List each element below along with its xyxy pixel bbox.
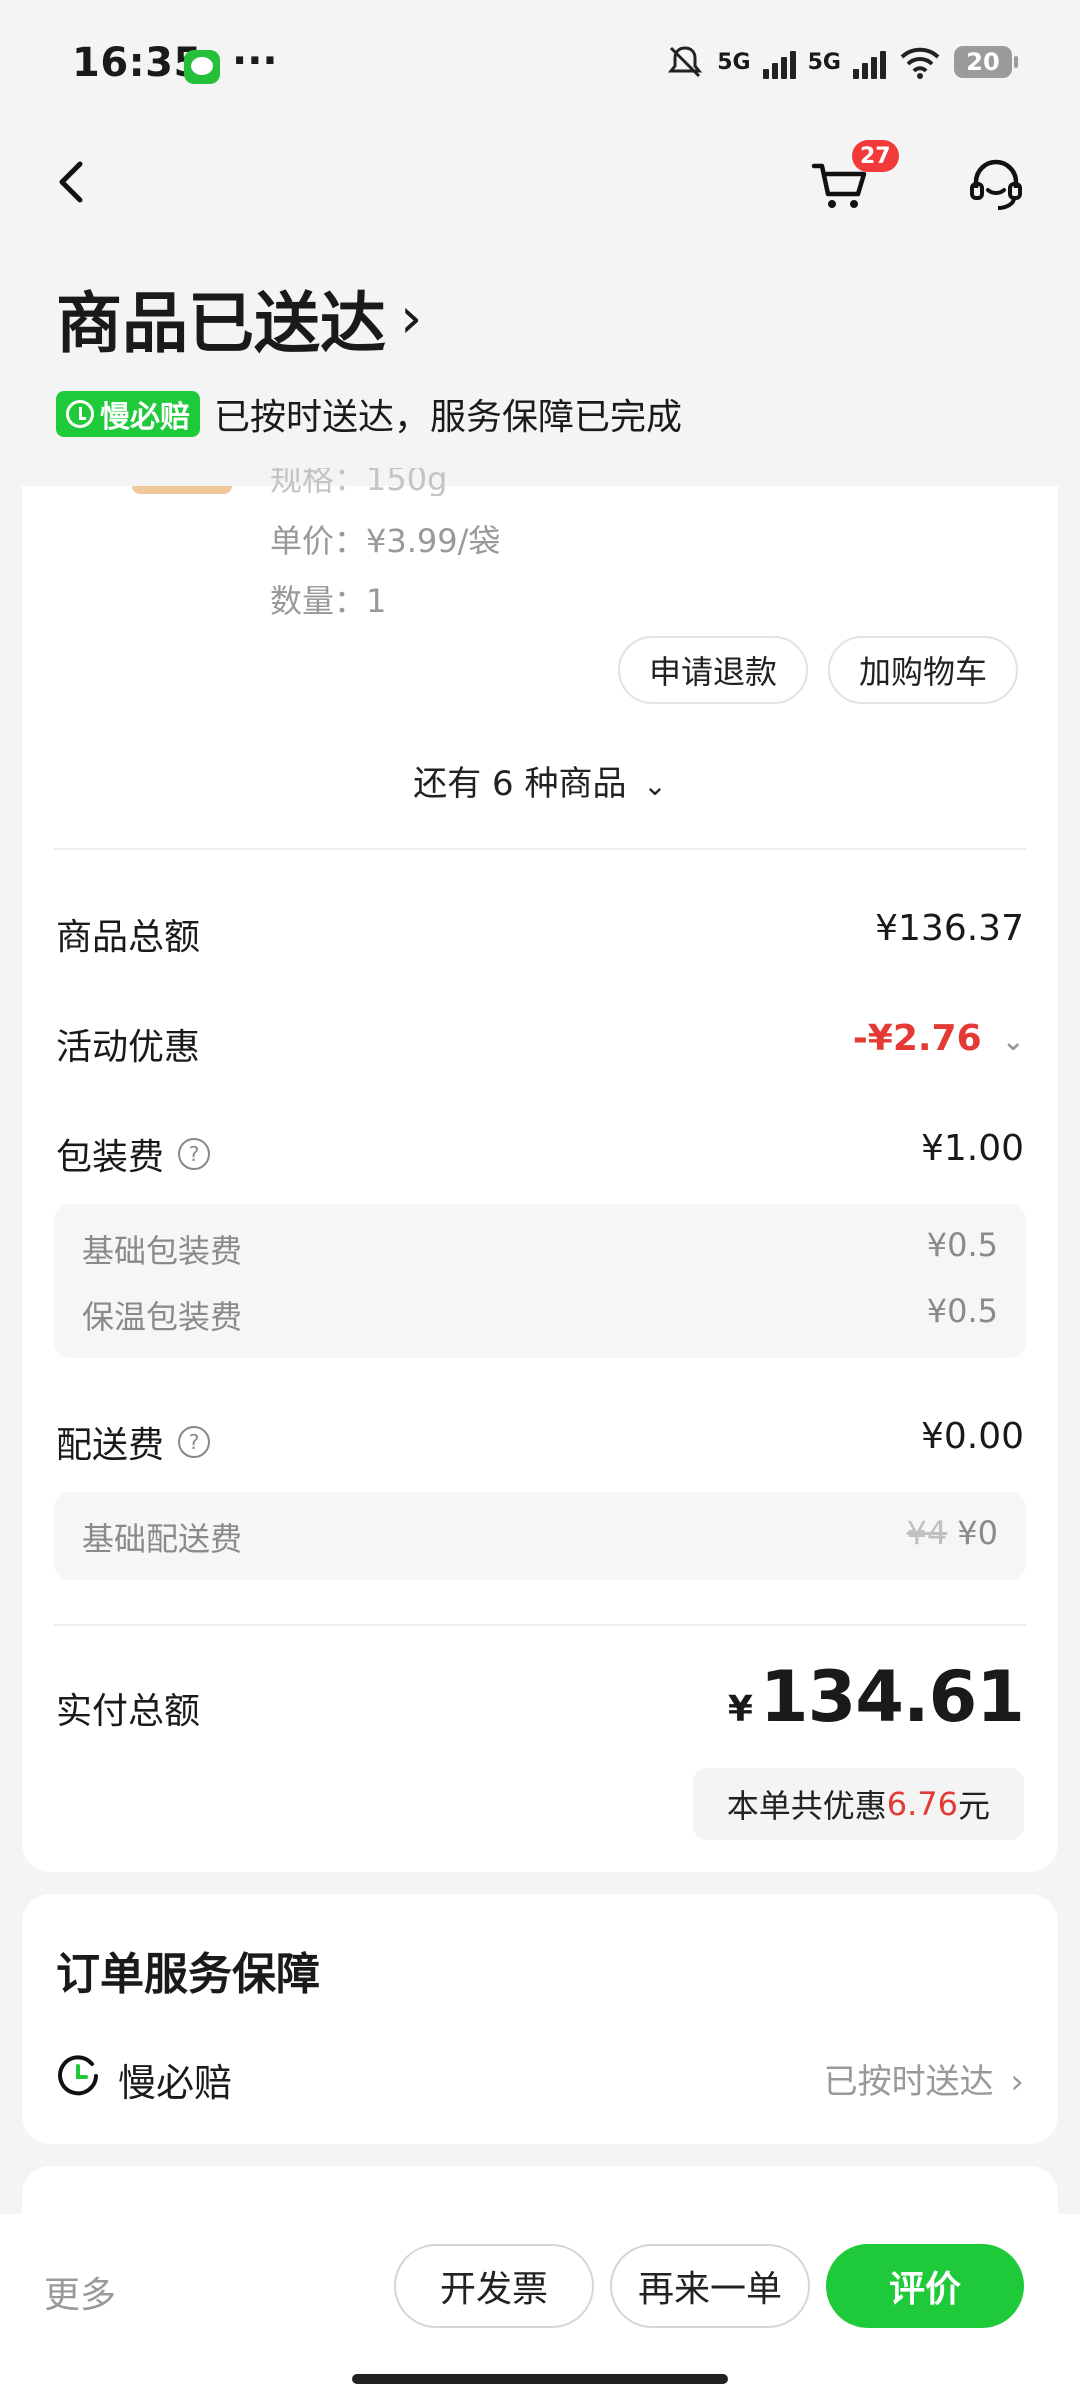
discount-row-value[interactable]: -¥2.76 ⌄ [853,1018,1024,1059]
service-status-text: 已按时送达 [823,2062,994,2102]
delivery-fee-value: ¥0.00 [920,1416,1024,1457]
total-savings-badge: 本单共优惠 6.76 元 [692,1768,1024,1840]
packing-fee-breakdown: 基础包装费 ¥0.5 保温包装费 ¥0.5 [54,1204,1026,1358]
packing-fee-row: 包装费 ? [56,1128,211,1180]
product-unit-price: 单价：¥3.99/袋 [270,522,501,560]
packing-fee-value: ¥1.00 [920,1128,1024,1169]
delivery-fee-row: 配送费 ? [56,1416,211,1468]
review-button[interactable]: 评价 [826,2244,1024,2328]
product-image [132,486,232,494]
guarantee-banner: 慢必赔 已按时送达，服务保障已完成 [56,388,682,440]
customer-service-icon[interactable] [966,156,1026,216]
request-refund-button[interactable]: 申请退款 [618,636,808,704]
total-paid-label: 实付总额 [56,1691,201,1732]
service-item-status[interactable]: 已按时送达 › [824,2054,1024,2103]
bottom-action-bar: 更多 开发票 再来一单 评价 [0,2214,1080,2400]
home-indicator[interactable] [352,2374,728,2384]
order-status-text: 商品已送达 [56,285,386,362]
clock-icon [58,2055,98,2096]
help-icon[interactable]: ? [178,1138,211,1170]
discount-label: 活动优惠 [56,1027,201,1068]
reorder-button[interactable]: 再来一单 [610,2244,810,2328]
total-paid-amount: ¥134.61 [727,1656,1025,1738]
help-icon[interactable]: ? [178,1426,211,1458]
signal-icon-2 [853,45,886,79]
delivery-fee-breakdown: 基础配送费 ¥4 ¥0 [54,1492,1026,1580]
chevron-right-icon: › [1010,2062,1024,2102]
invoice-button[interactable]: 开发票 [394,2244,594,2328]
packing-item-value: ¥0.5 [926,1226,998,1264]
mute-icon [668,46,703,78]
chevron-down-icon: ⌄ [1002,1027,1024,1057]
signal-icon-1 [762,45,796,79]
clock-icon [66,400,94,428]
guarantee-text: 已按时送达，服务保障已完成 [214,397,683,438]
delivery-item-price: ¥4 ¥0 [907,1514,998,1552]
delivery-item-label: 基础配送费 [82,1520,243,1558]
slow-compensation-label: 慢必赔 [100,400,190,435]
delivery-final-price: ¥0 [957,1514,998,1552]
delivery-original-price: ¥4 [906,1514,948,1552]
product-spec: 规格：150g [270,468,448,496]
slow-compensation-tag: 慢必赔 [56,391,200,437]
more-items-toggle[interactable]: 还有 6 种商品 ⌄ [22,756,1058,805]
order-service-card: 订单服务保障 慢必赔 已按时送达 › [22,1894,1058,2144]
divider [54,848,1026,850]
goods-total-label: 商品总额 [56,917,201,958]
packing-fee-label: 包装费 [56,1137,165,1178]
order-status-title[interactable]: 商品已送达 › [56,270,422,366]
currency-symbol: ¥ [727,1689,753,1730]
add-to-cart-button[interactable]: 加购物车 [828,636,1018,704]
cart-count-badge: 27 [852,140,899,172]
back-arrow-icon[interactable] [52,158,92,206]
network-5g-label-2: 5G [807,49,841,75]
more-button[interactable]: 更多 [44,2266,116,2318]
wifi-icon [900,47,940,79]
more-items-label: 还有 6 种商品 [413,764,627,804]
top-bar: 27 [0,140,1080,230]
packing-item-label: 保温包装费 [82,1298,243,1336]
status-bar: 16:35 ··· 5G 5G 20 [0,0,1080,120]
network-5g-label-1: 5G [717,49,751,75]
order-detail-card: 规格：150g 单价：¥3.99/袋 数量：1 申请退款 加购物车 还有 6 种… [22,468,1058,1872]
service-section-title: 订单服务保障 [56,1949,320,2000]
discount-value: -¥2.76 [852,1018,982,1059]
packing-item-value: ¥0.5 [926,1292,998,1330]
more-notifications-icon: ··· [232,38,278,84]
goods-total-value: ¥136.37 [875,908,1024,949]
savings-amount: 6.76 [886,1785,958,1823]
total-amount: 134.61 [759,1656,1025,1738]
delivery-fee-label: 配送费 [56,1425,165,1466]
message-notification-icon [184,50,220,84]
chevron-down-icon: ⌄ [643,769,667,802]
battery-icon: 20 [954,46,1018,78]
divider [54,1624,1026,1626]
status-time: 16:35 [72,40,202,86]
service-item-name: 慢必赔 [118,2061,233,2105]
savings-prefix: 本单共优惠 [726,1787,887,1825]
status-icons: 5G 5G 20 [665,44,1018,80]
packing-item-label: 基础包装费 [82,1232,243,1270]
chevron-right-icon: › [400,285,423,351]
savings-suffix: 元 [957,1787,990,1825]
product-quantity: 数量：1 [270,582,387,620]
